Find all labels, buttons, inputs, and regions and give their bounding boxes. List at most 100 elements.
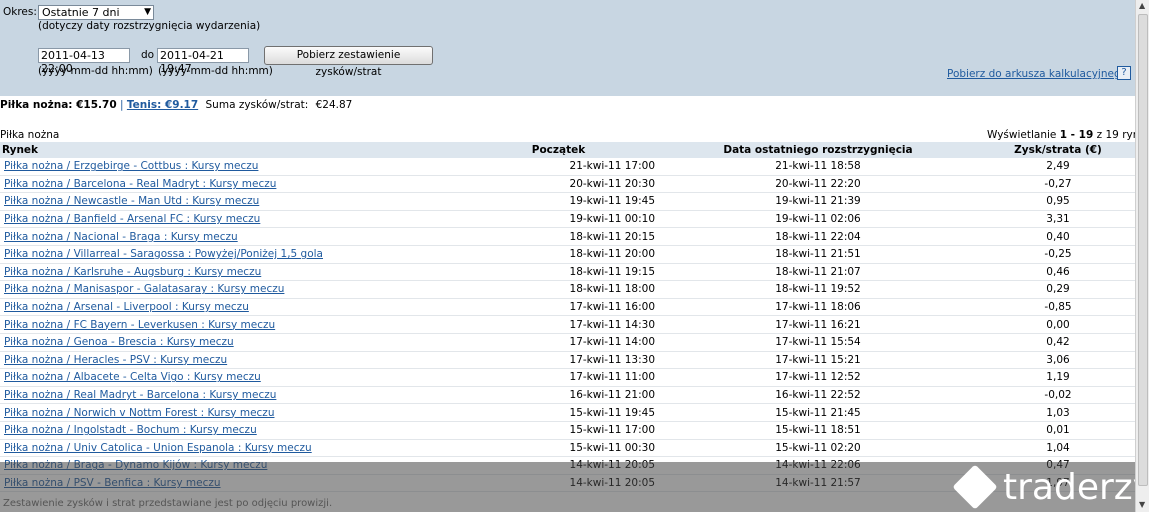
market-link-cell: Piłka nożna / Barcelona - Real Madryt : … [0, 175, 462, 194]
market-link[interactable]: Piłka nożna / Newcastle - Man Utd : Kurs… [2, 195, 259, 207]
settled-time: 18-kwi-11 21:51 [775, 248, 861, 261]
start-time-cell: 18-kwi-11 19:15 [462, 263, 655, 282]
market-link[interactable]: Piłka nożna / Banfield - Arsenal FC : Ku… [2, 213, 260, 225]
spreadsheet-link[interactable]: Pobierz do arkusza kalkulacyjnego [947, 68, 1127, 80]
market-link-cell: Piłka nożna / Arsenal - Liverpool : Kurs… [0, 298, 462, 317]
date-to-input[interactable]: 2011-04-21 19:47 [157, 48, 249, 75]
table-row: Piłka nożna / Villarreal - Saragossa : P… [0, 245, 1135, 264]
settled-time-cell: 18-kwi-11 21:07 [655, 263, 981, 282]
filter-panel: Okres: Ostatnie 7 dni ▼ (dotyczy daty ro… [0, 0, 1136, 96]
start-time-cell: 17-kwi-11 14:00 [462, 333, 655, 352]
settled-time: 19-kwi-11 21:39 [775, 195, 861, 208]
market-link[interactable]: Piłka nożna / Albacete - Celta Vigo : Ku… [2, 371, 261, 383]
table-row: Piłka nożna / Banfield - Arsenal FC : Ku… [0, 210, 1135, 229]
settled-time-cell: 17-kwi-11 16:21 [655, 315, 981, 334]
dropdown-arrow-icon: ▼ [144, 7, 151, 17]
table-row: Piłka nożna / Norwich v Nottm Forest : K… [0, 403, 1135, 422]
settled-time: 18-kwi-11 22:04 [775, 230, 861, 243]
scroll-thumb[interactable] [1138, 14, 1148, 486]
market-link[interactable]: Piłka nożna / Barcelona - Real Madryt : … [2, 178, 276, 190]
market-link-cell: Piłka nożna / Ingolstadt - Bochum : Kurs… [0, 421, 462, 440]
profit-loss-value-cell: 1,03 [981, 403, 1135, 422]
start-time-cell: 15-kwi-11 19:45 [462, 403, 655, 422]
get-profit-loss-button[interactable]: Pobierz zestawienie zysków/strat [264, 46, 433, 78]
start-time-cell: 20-kwi-11 20:30 [462, 175, 655, 194]
profit-loss-value-cell: 1,19 [981, 368, 1135, 387]
watermark-logo: traderzy.pl [952, 464, 1149, 510]
settled-time-cell: 15-kwi-11 18:51 [655, 421, 981, 440]
market-link[interactable]: Piłka nożna / Karlsruhe - Augsburg : Kur… [2, 266, 261, 278]
settled-time: 21-kwi-11 18:58 [775, 160, 861, 173]
start-time: 17-kwi-11 16:00 [569, 301, 655, 314]
column-header-settled[interactable]: Data ostatniego rozstrzygnięcia [655, 142, 981, 158]
market-link-cell: Piłka nożna / Villarreal - Saragossa : P… [0, 245, 462, 264]
settled-time: 17-kwi-11 18:06 [775, 301, 861, 314]
market-link[interactable]: Piłka nożna / Heracles - PSV : Kursy mec… [2, 354, 227, 366]
period-label: Okres: [3, 6, 37, 18]
market-link[interactable]: Piłka nożna / Arsenal - Liverpool : Kurs… [2, 301, 249, 313]
profit-loss-value-cell: -0,85 [981, 298, 1135, 317]
settled-time: 15-kwi-11 18:51 [775, 424, 861, 437]
date-to-label: do [141, 49, 155, 61]
start-time-cell: 19-kwi-11 19:45 [462, 192, 655, 211]
profit-loss-value-cell: -0,25 [981, 245, 1135, 264]
profit-loss-value: 0,46 [1046, 265, 1070, 278]
market-link[interactable]: Piłka nożna / Real Madryt - Barcelona : … [2, 389, 276, 401]
settled-time: 15-kwi-11 21:45 [775, 406, 861, 419]
market-link-cell: Piłka nożna / Albacete - Celta Vigo : Ku… [0, 368, 462, 387]
market-link-cell: Piłka nożna / Banfield - Arsenal FC : Ku… [0, 210, 462, 229]
start-time: 19-kwi-11 19:45 [569, 195, 655, 208]
market-link-cell: Piłka nożna / Karlsruhe - Augsburg : Kur… [0, 263, 462, 282]
logo-icon [952, 464, 998, 510]
start-time: 18-kwi-11 20:15 [569, 230, 655, 243]
start-time: 20-kwi-11 20:30 [569, 177, 655, 190]
start-time-cell: 17-kwi-11 11:00 [462, 368, 655, 387]
start-time: 17-kwi-11 13:30 [569, 353, 655, 366]
watermark-text: traderzy.pl [1003, 466, 1149, 508]
table-row: Piłka nożna / Real Madryt - Barcelona : … [0, 386, 1135, 405]
market-link[interactable]: Piłka nożna / Villarreal - Saragossa : P… [2, 248, 323, 260]
scroll-up-icon[interactable]: ▲ [1139, 1, 1145, 10]
help-icon[interactable]: ? [1117, 66, 1131, 80]
market-link[interactable]: Piłka nożna / Univ Catolica - Union Espa… [2, 442, 312, 454]
start-time-cell: 17-kwi-11 16:00 [462, 298, 655, 317]
date-from-input[interactable]: 2011-04-13 22:00 [38, 48, 130, 75]
total-label: Suma zysków/strat: [205, 99, 309, 111]
settled-time: 18-kwi-11 19:52 [775, 283, 861, 296]
start-time-cell: 21-kwi-11 17:00 [462, 158, 655, 176]
profit-loss-value-cell: 0,46 [981, 263, 1135, 282]
profit-loss-value: 0,01 [1046, 424, 1070, 437]
total-value: €24.87 [315, 99, 353, 111]
settled-time-cell: 17-kwi-11 12:52 [655, 368, 981, 387]
market-link[interactable]: Piłka nożna / FC Bayern - Leverkusen : K… [2, 319, 275, 331]
table-row: Piłka nożna / Univ Catolica - Union Espa… [0, 439, 1135, 458]
profit-loss-value-cell: 3,31 [981, 210, 1135, 229]
table-row: Piłka nożna / Manisaspor - Galatasaray :… [0, 280, 1135, 299]
column-header-market[interactable]: Rynek [0, 142, 462, 158]
table-row: Piłka nożna / Erzgebirge - Cottbus : Kur… [0, 158, 1135, 176]
column-header-profit-loss[interactable]: Zysk/strata (€) [981, 142, 1135, 158]
market-link[interactable]: Piłka nożna / Genoa - Brescia : Kursy me… [2, 336, 234, 348]
settled-time-cell: 18-kwi-11 22:04 [655, 227, 981, 246]
market-link[interactable]: Piłka nożna / Nacional - Braga : Kursy m… [2, 231, 238, 243]
settled-time-cell: 17-kwi-11 18:06 [655, 298, 981, 317]
market-link-cell: Piłka nożna / Heracles - PSV : Kursy mec… [0, 351, 462, 370]
start-time: 16-kwi-11 21:00 [569, 389, 655, 402]
start-time: 15-kwi-11 00:30 [569, 441, 655, 454]
profit-loss-value: 3,31 [1046, 213, 1070, 226]
market-link[interactable]: Piłka nożna / Manisaspor - Galatasaray :… [2, 283, 284, 295]
period-select[interactable]: Ostatnie 7 dni ▼ [38, 5, 154, 20]
market-link-cell: Piłka nożna / Real Madryt - Barcelona : … [0, 386, 462, 405]
settled-time: 15-kwi-11 02:20 [775, 441, 861, 454]
settled-time-cell: 17-kwi-11 15:54 [655, 333, 981, 352]
scroll-down-icon[interactable]: ▼ [1139, 500, 1145, 509]
vertical-scrollbar[interactable]: ▲ ▼ [1135, 0, 1149, 512]
market-link[interactable]: Piłka nożna / Ingolstadt - Bochum : Kurs… [2, 424, 257, 436]
profit-loss-value-cell: 0,95 [981, 192, 1135, 211]
column-header-start[interactable]: Początek [462, 142, 655, 158]
tennis-total-link[interactable]: Tenis: €9.17 [127, 99, 198, 111]
settled-time-cell: 20-kwi-11 22:20 [655, 175, 981, 194]
market-link[interactable]: Piłka nożna / Erzgebirge - Cottbus : Kur… [2, 160, 258, 172]
table-row: Piłka nożna / Newcastle - Man Utd : Kurs… [0, 192, 1135, 211]
market-link[interactable]: Piłka nożna / Norwich v Nottm Forest : K… [2, 407, 274, 419]
